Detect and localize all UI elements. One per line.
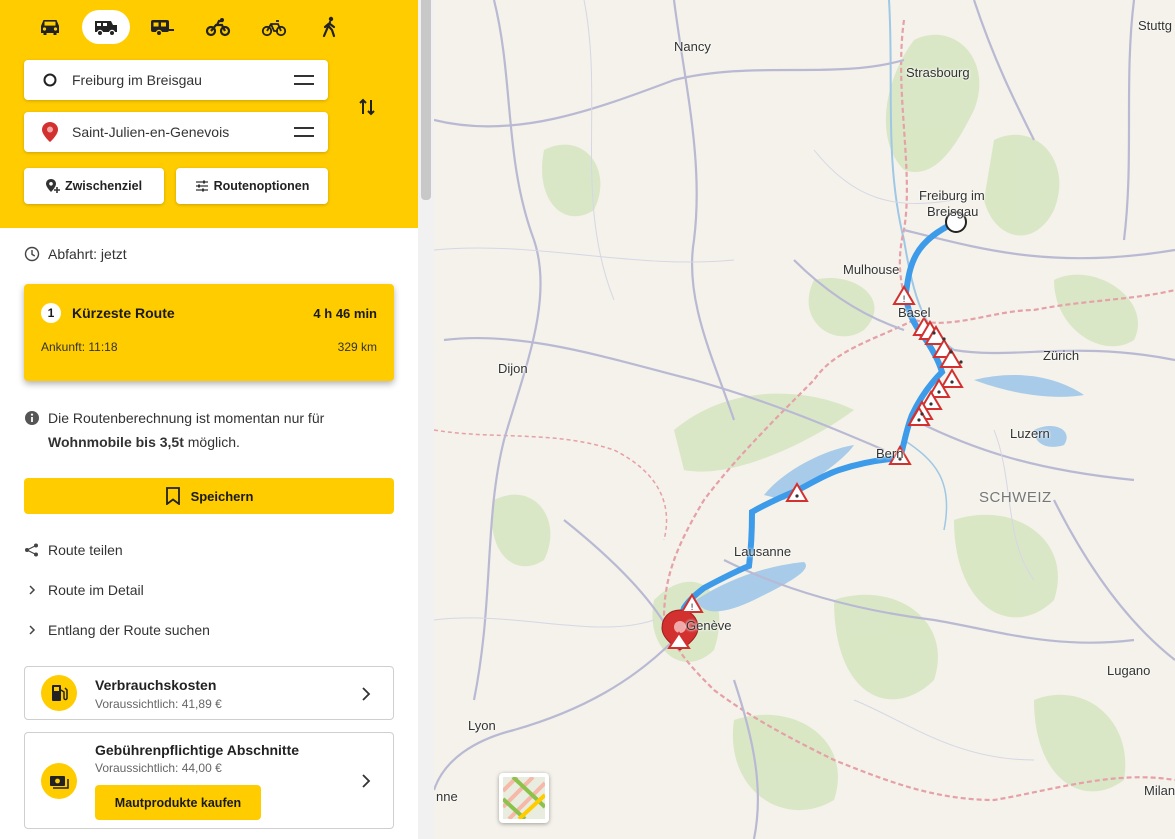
destination-field[interactable]: Saint-Julien-en-Genevois <box>24 112 328 152</box>
bicycle-icon <box>261 20 287 37</box>
clock-icon <box>24 246 40 262</box>
car-icon <box>41 20 59 35</box>
route-options-button[interactable]: Routenoptionen <box>176 168 328 204</box>
chevron-right-icon <box>29 585 36 595</box>
map-base-layer: !! <box>434 0 1175 839</box>
map-label-mulhouse: Mulhouse <box>843 262 900 277</box>
mode-bicycle-button[interactable] <box>250 10 298 44</box>
search-along-route-label: Entlang der Route suchen <box>48 622 210 638</box>
start-location-text: Freiburg im Breisgau <box>72 72 202 88</box>
route-planner-header: Freiburg im Breisgau Saint-Julien-en-Gen… <box>0 0 418 228</box>
fuel-cost-title: Verbrauchskosten <box>95 677 217 693</box>
fuel-cost-card[interactable]: Verbrauchskosten Voraussichtlich: 41,89 … <box>24 666 394 720</box>
fuel-cost-subtitle: Voraussichtlich: 41,89 € <box>95 697 222 711</box>
map-label-lugano: Lugano <box>1107 663 1151 678</box>
start-circle-icon <box>43 73 57 87</box>
map-label-anne: nne <box>436 789 458 804</box>
map-label-strasbourg: Strasbourg <box>906 65 970 80</box>
map-label-bern: Bern <box>876 446 904 461</box>
notice-text-start: Die Routenberechnung ist momentan nur fü… <box>48 410 325 426</box>
add-waypoint-icon <box>45 179 60 193</box>
travel-mode-bar <box>26 10 354 44</box>
route-notice-text: Die Routenberechnung ist momentan nur fü… <box>48 406 394 454</box>
destination-pin-icon <box>42 122 58 142</box>
share-route-link[interactable]: Route teilen <box>24 542 123 558</box>
mode-caravan-button[interactable] <box>138 10 186 44</box>
mode-pedestrian-button[interactable] <box>306 10 354 44</box>
map-label-geneve: Genève <box>686 618 732 633</box>
map-label-zurich: Zürich <box>1043 348 1080 363</box>
share-icon <box>25 543 38 557</box>
map-label-basel: Basel <box>898 305 931 320</box>
mode-motorbike-button[interactable] <box>194 10 242 44</box>
route-detail-link[interactable]: Route im Detail <box>24 582 144 598</box>
map-label-stuttgart: Stuttg <box>1138 18 1172 33</box>
panel-scrollbar[interactable] <box>418 0 434 839</box>
scrollbar-thumb[interactable] <box>421 0 431 200</box>
departure-time[interactable]: Abfahrt: jetzt <box>24 246 127 262</box>
map-label-freiburg-2: Breisgau <box>927 204 979 219</box>
drag-handle-icon[interactable] <box>294 127 314 137</box>
svg-text:!: ! <box>690 603 694 613</box>
route-detail-label: Route im Detail <box>48 582 144 598</box>
route-panel: Freiburg im Breisgau Saint-Julien-en-Gen… <box>0 0 418 839</box>
route-arrival: Ankunft: 11:18 <box>41 340 118 354</box>
route-duration: 4 h 46 min <box>313 306 377 321</box>
swap-locations-icon[interactable] <box>356 96 378 118</box>
money-icon <box>50 776 69 789</box>
drag-handle-icon[interactable] <box>294 75 314 85</box>
route-name: Kürzeste Route <box>72 305 175 321</box>
mode-camper-button[interactable] <box>82 10 130 44</box>
bookmark-icon <box>165 487 180 505</box>
notice-text-end: möglich. <box>183 434 240 450</box>
search-along-route-link[interactable]: Entlang der Route suchen <box>24 622 210 638</box>
map-label-lausanne: Lausanne <box>734 544 792 559</box>
info-icon <box>25 411 39 425</box>
map-label-lyon: Lyon <box>468 718 496 733</box>
chevron-right-icon <box>362 774 371 788</box>
save-route-label: Speichern <box>190 488 254 504</box>
map-label-country: SCHWEIZ <box>979 489 1052 506</box>
route-number-badge: 1 <box>41 303 61 323</box>
map-layer-switch-button[interactable] <box>499 773 549 823</box>
start-field[interactable]: Freiburg im Breisgau <box>24 60 328 100</box>
add-waypoint-button[interactable]: Zwischenziel <box>24 168 164 204</box>
pedestrian-icon <box>322 16 336 38</box>
mode-car-button[interactable] <box>26 10 74 44</box>
share-route-label: Route teilen <box>48 542 123 558</box>
destination-location-text: Saint-Julien-en-Genevois <box>72 124 230 140</box>
notice-text-bold: Wohnmobile bis 3,5t <box>48 434 184 450</box>
departure-label: Abfahrt: jetzt <box>48 246 127 262</box>
map-label-luzern: Luzern <box>1010 426 1050 441</box>
route-distance: 329 km <box>337 340 377 354</box>
map-layers-icon <box>501 775 547 821</box>
route-notice: Die Routenberechnung ist momentan nur fü… <box>24 406 394 454</box>
motorbike-icon <box>205 18 231 37</box>
route-option-card[interactable]: 1 Kürzeste Route 4 h 46 min Ankunft: 11:… <box>24 284 394 381</box>
route-options-label: Routenoptionen <box>213 179 310 193</box>
sliders-icon <box>195 180 208 192</box>
caravan-icon <box>151 20 174 37</box>
svg-text:!: ! <box>902 295 906 305</box>
fuel-icon-circle <box>41 675 77 711</box>
buy-toll-products-button[interactable]: Mautprodukte kaufen <box>95 785 261 820</box>
toll-sections-card[interactable]: Gebührenpflichtige Abschnitte Voraussich… <box>24 732 394 829</box>
save-route-button[interactable]: Speichern <box>24 478 394 514</box>
map-label-milano: Milano <box>1144 783 1175 798</box>
add-waypoint-label: Zwischenziel <box>64 179 143 193</box>
map-label-dijon: Dijon <box>498 361 528 376</box>
toll-icon-circle <box>41 763 77 799</box>
chevron-right-icon <box>29 625 36 635</box>
toll-subtitle: Voraussichtlich: 44,00 € <box>95 761 222 775</box>
chevron-right-icon <box>362 687 371 701</box>
map-view[interactable]: !! Nancy Strasbourg Stuttg Freiburg im B… <box>434 0 1175 839</box>
map-label-freiburg-1: Freiburg im <box>919 188 985 203</box>
camper-icon <box>95 21 117 37</box>
toll-title: Gebührenpflichtige Abschnitte <box>95 742 300 758</box>
map-label-nancy: Nancy <box>674 39 711 54</box>
fuel-pump-icon <box>52 685 68 701</box>
